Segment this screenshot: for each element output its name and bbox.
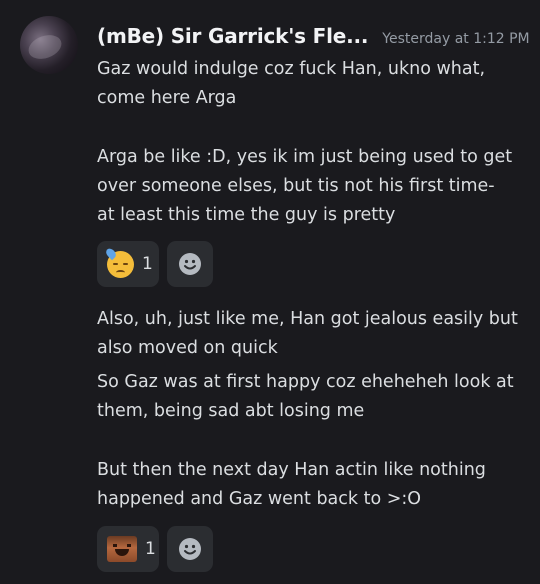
avatar[interactable]	[20, 16, 78, 74]
message-line: at least this time the guy is pretty	[97, 205, 396, 225]
message-line: come here Arga	[97, 88, 237, 108]
message-line: But then the next day Han actin like not…	[97, 460, 486, 480]
message-line: them, being sad abt losing me	[97, 401, 365, 421]
add-reaction-button[interactable]	[167, 526, 213, 572]
message-line: also moved on quick	[97, 338, 278, 358]
smiley-add-reaction-icon	[179, 538, 201, 560]
add-reaction-button[interactable]	[167, 241, 213, 287]
smiley-add-reaction-icon	[179, 253, 201, 275]
message-header: (mBe) Sir Garrick's Fle... Yesterday at …	[97, 24, 530, 48]
reaction-count: 1	[142, 254, 153, 274]
crying-face-custom-emoji-icon	[107, 536, 137, 562]
message-line: over someone elses, but tis not his firs…	[97, 176, 495, 196]
message-line: So Gaz was at first happy coz eheheheh l…	[97, 372, 514, 392]
username[interactable]: (mBe) Sir Garrick's Fle...	[97, 24, 368, 48]
reaction-count: 1	[145, 539, 156, 559]
message-line: Gaz would indulge coz fuck Han, ukno wha…	[97, 59, 486, 79]
reactions-row: 1	[97, 241, 213, 287]
message-line: Also, uh, just like me, Han got jealous …	[97, 309, 518, 329]
message-line: happened and Gaz went back to >:O	[97, 489, 422, 509]
reactions-row: 1	[97, 526, 213, 572]
timestamp: Yesterday at 1:12 PM	[382, 31, 530, 47]
message-line: Arga be like :D, yes ik im just being us…	[97, 147, 513, 167]
reaction-sweat-smile[interactable]: 1	[97, 241, 159, 287]
reaction-crying-face[interactable]: 1	[97, 526, 159, 572]
sweat-smile-emoji-icon	[104, 246, 134, 278]
